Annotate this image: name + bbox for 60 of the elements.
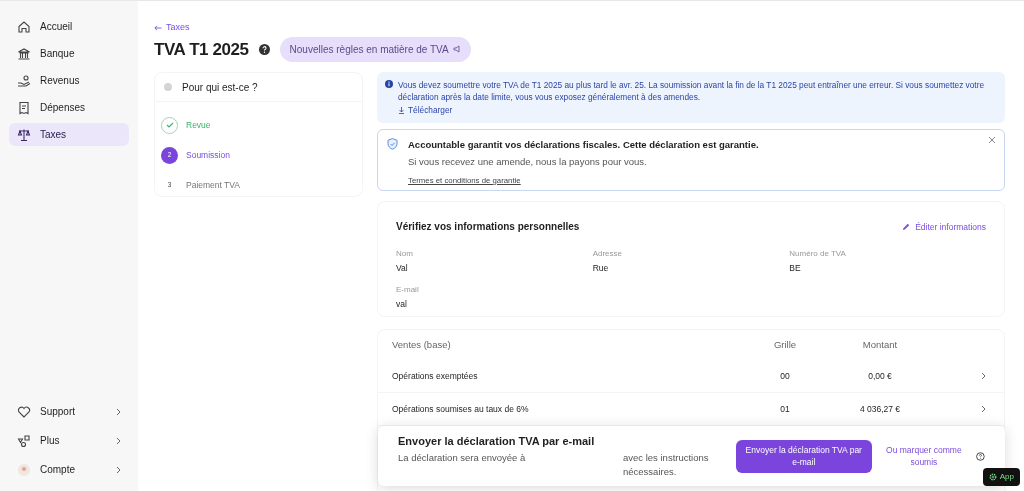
home-icon xyxy=(17,19,31,34)
chevron-right-icon xyxy=(981,372,986,381)
step-done-icon xyxy=(161,116,178,134)
nav-item[interactable]: Dépenses xyxy=(9,96,129,119)
scale-icon xyxy=(17,127,31,142)
question-text: Pour qui est-ce ? xyxy=(182,80,258,95)
send-bar-text: avec les instructions nécessaires. xyxy=(623,451,710,480)
nav-item[interactable]: Banque xyxy=(9,42,129,65)
chevron-right-icon xyxy=(116,436,121,445)
close-icon[interactable] xyxy=(989,137,995,144)
chevron-right-icon xyxy=(116,407,121,416)
shield-icon xyxy=(387,138,398,151)
download-link[interactable]: Télécharger xyxy=(398,104,453,117)
rules-badge[interactable]: Nouvelles règles en matière de TVA xyxy=(279,36,471,62)
bank-icon xyxy=(17,46,31,61)
avatar-icon xyxy=(17,462,31,477)
arrow-left-icon xyxy=(154,24,162,31)
info-icon xyxy=(385,80,393,88)
page-title: TVA T1 2025 xyxy=(154,38,249,61)
field-label: Adresse xyxy=(592,248,623,261)
column-header: Grille xyxy=(772,338,798,353)
chevron-right-icon xyxy=(981,405,986,414)
heart-icon xyxy=(17,404,31,419)
pencil-icon xyxy=(902,222,911,231)
chevron-right-icon xyxy=(116,465,121,474)
guarantee-text: Si vous recevez une amende, nous la payons pour vous. xyxy=(408,154,648,169)
nav-item[interactable]: Plus xyxy=(9,429,129,452)
shapes-icon xyxy=(17,433,31,448)
nav-item[interactable]: Accueil xyxy=(9,15,129,38)
receipt-icon xyxy=(17,100,31,115)
hand-coins-icon xyxy=(17,73,31,88)
step-label: Soumission xyxy=(186,148,230,162)
field-value: BE xyxy=(789,262,802,276)
nav-item[interactable]: Taxes xyxy=(9,123,129,146)
field-value: Val xyxy=(396,262,409,276)
back-link[interactable]: Taxes xyxy=(154,21,190,35)
field-value: val xyxy=(396,298,408,311)
download-icon xyxy=(398,106,405,115)
section-title: Vérifiez vos informations personnelles xyxy=(396,220,580,235)
app-button[interactable]: App xyxy=(982,468,1020,486)
nav-item[interactable]: Compte xyxy=(9,458,129,481)
column-header: Montant xyxy=(861,338,899,353)
field-label: Nom xyxy=(396,248,414,261)
send-bar-text: La déclaration sera envoyée à xyxy=(398,451,527,466)
step-label: Paiement TVA xyxy=(186,178,241,192)
nav-item[interactable]: Revenus xyxy=(9,69,129,92)
send-email-button[interactable]: Envoyer la déclaration TVA par e-mail xyxy=(735,439,872,473)
deadline-message: Vous devez soumettre votre TVA de T1 2025 au plus tard le avr. 25. La soumission avant la fin de la T1 2025 peut entraîner une erreur. Si vous soumettez votre déclaration après la date limite, vous vous exposez généralement à des amendes. xyxy=(398,79,986,103)
step-label: Revue xyxy=(186,118,211,132)
edit-link[interactable]: Éditer informations xyxy=(902,220,986,234)
mark-submitted-link[interactable]: Ou marquer comme soumis xyxy=(885,444,963,468)
field-label: Numéro de TVA xyxy=(789,248,847,261)
gear-icon xyxy=(988,473,997,481)
table-row[interactable]: Opérations exemptées 00 0,00 € xyxy=(378,360,1004,394)
field-label: E-mail xyxy=(396,284,420,297)
guarantee-title: Accountable garantit vos déclarations fiscales. Cette déclaration est garantie. xyxy=(408,138,759,153)
nav-item[interactable]: Support xyxy=(9,400,129,423)
column-header: Ventes (base) xyxy=(392,338,452,353)
send-bar-title: Envoyer la déclaration TVA par e-mail xyxy=(398,433,596,449)
field-value: Rue xyxy=(592,262,610,276)
